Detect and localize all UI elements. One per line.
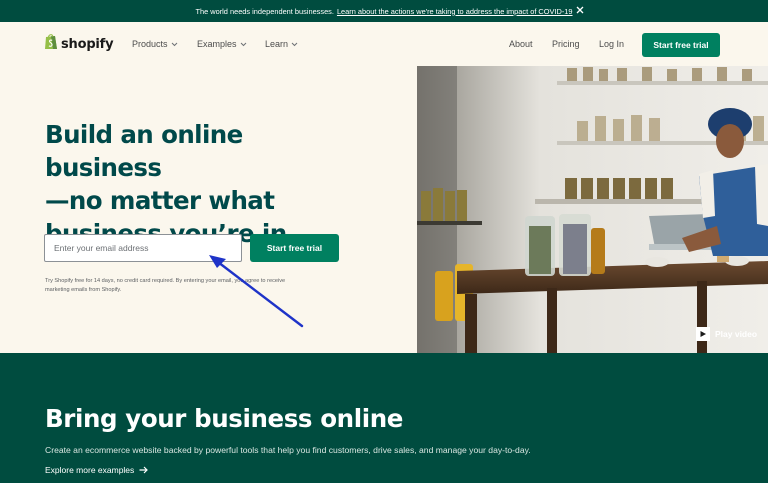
chevron-down-icon — [171, 42, 177, 46]
explore-examples-link[interactable]: Explore more examples — [45, 465, 149, 475]
play-video-button[interactable]: Play video — [696, 327, 757, 341]
shopify-bag-icon — [44, 33, 58, 55]
play-icon — [696, 327, 710, 341]
nav-about[interactable]: About — [509, 39, 533, 49]
hero-title-line: —no matter what — [45, 186, 275, 215]
section-subtitle: Create an ecommerce website backed by po… — [45, 445, 531, 455]
nav-start-trial-button[interactable]: Start free trial — [642, 33, 720, 57]
nav-learn-label: Learn — [265, 39, 289, 49]
announcement-bar: The world needs independent businesses. … — [0, 0, 768, 22]
play-video-label: Play video — [715, 329, 758, 339]
hero-title: Build an online business —no matter what… — [45, 118, 365, 250]
nav-examples[interactable]: Examples — [197, 39, 247, 49]
close-icon[interactable] — [574, 4, 586, 16]
arrow-right-icon — [139, 466, 149, 474]
section-title: Bring your business online — [45, 404, 403, 433]
chevron-down-icon — [291, 42, 298, 46]
covid-link[interactable]: Learn about the actions we're taking to … — [337, 7, 573, 16]
nav-products-label: Products — [132, 39, 168, 49]
hero-title-line: Build an online business — [45, 120, 243, 182]
shopify-logo[interactable]: shopify — [44, 33, 114, 55]
chevron-down-icon — [240, 42, 246, 46]
announcement-text: The world needs independent businesses. — [195, 6, 334, 16]
nav-learn[interactable]: Learn — [265, 39, 298, 49]
logo-wordmark: shopify — [61, 36, 114, 52]
hero-image — [417, 66, 768, 353]
main-nav: shopify Products Examples Learn About Pr… — [0, 22, 768, 66]
nav-login[interactable]: Log In — [599, 39, 624, 49]
explore-examples-label: Explore more examples — [45, 465, 135, 475]
nav-products[interactable]: Products — [132, 39, 178, 49]
disclaimer-line: marketing emails from Shopify. — [45, 287, 122, 293]
annotation-arrow — [209, 255, 304, 328]
nav-pricing[interactable]: Pricing — [552, 39, 580, 49]
nav-examples-label: Examples — [197, 39, 237, 49]
shop-photo — [417, 66, 768, 353]
